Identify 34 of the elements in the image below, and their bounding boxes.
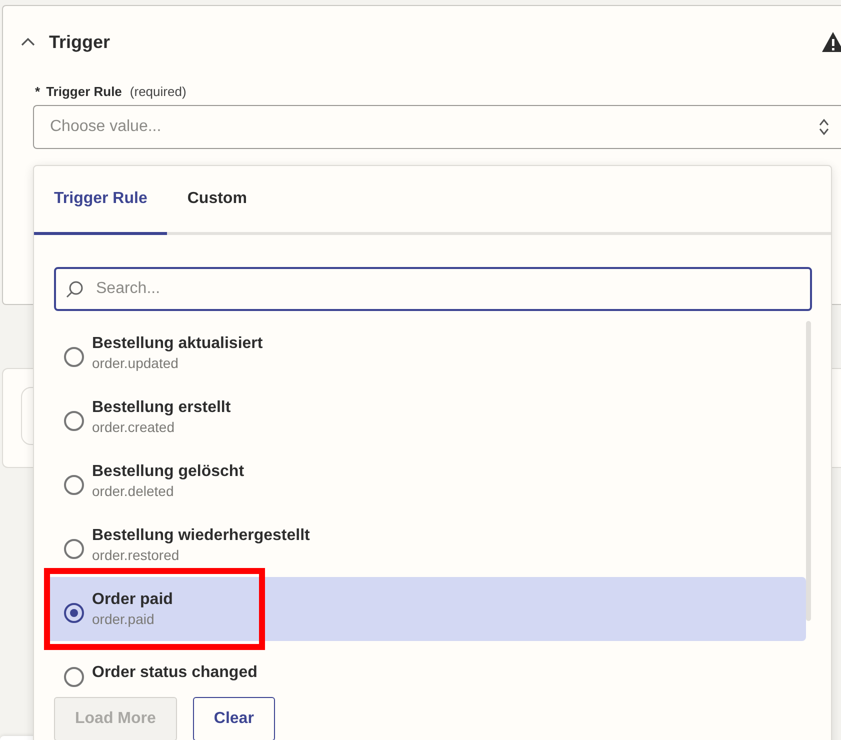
radio-button[interactable] (64, 539, 84, 559)
section-title: Trigger (49, 32, 110, 52)
option-item[interactable]: Order status changed (44, 641, 806, 693)
radio-button[interactable] (64, 411, 84, 431)
option-item[interactable]: Bestellung wiederhergestellt order.restored (44, 513, 806, 577)
sort-arrows-icon (819, 119, 829, 135)
option-label: Bestellung aktualisiert (92, 335, 263, 353)
option-value: order.updated (92, 355, 180, 371)
radio-button[interactable] (64, 347, 84, 367)
option-label: Bestellung erstellt (92, 399, 231, 417)
required-mark: * (35, 84, 40, 99)
option-label: Order paid (92, 591, 173, 609)
radio-button[interactable] (64, 667, 84, 687)
option-item[interactable]: Bestellung erstellt order.created (44, 385, 806, 449)
radio-button[interactable] (64, 475, 84, 495)
tab[interactable]: Trigger Rule (34, 166, 168, 235)
search-field[interactable]: Search... (54, 267, 812, 311)
option-value: order.paid (92, 611, 156, 627)
option-label: Bestellung wiederhergestellt (92, 527, 310, 545)
field-hint: (required) (130, 84, 186, 99)
option-item[interactable]: Bestellung gelöscht order.deleted (44, 449, 806, 513)
option-value: order.deleted (92, 483, 175, 499)
option-item[interactable]: Bestellung aktualisiert order.updated (44, 321, 806, 385)
option-value: order.restored (92, 547, 180, 563)
radio-button[interactable] (64, 603, 84, 623)
option-label: Bestellung gelöscht (92, 463, 244, 481)
tab[interactable]: Custom (167, 166, 267, 235)
search-icon (64, 279, 84, 299)
action-button[interactable]: Clear (192, 697, 275, 740)
scrollbar[interactable] (806, 321, 811, 621)
option-value: order.created (92, 419, 176, 435)
option-label: Order status changed (92, 664, 258, 682)
chevron-icon[interactable] (21, 38, 35, 46)
field-label: Trigger Rule (46, 84, 122, 99)
